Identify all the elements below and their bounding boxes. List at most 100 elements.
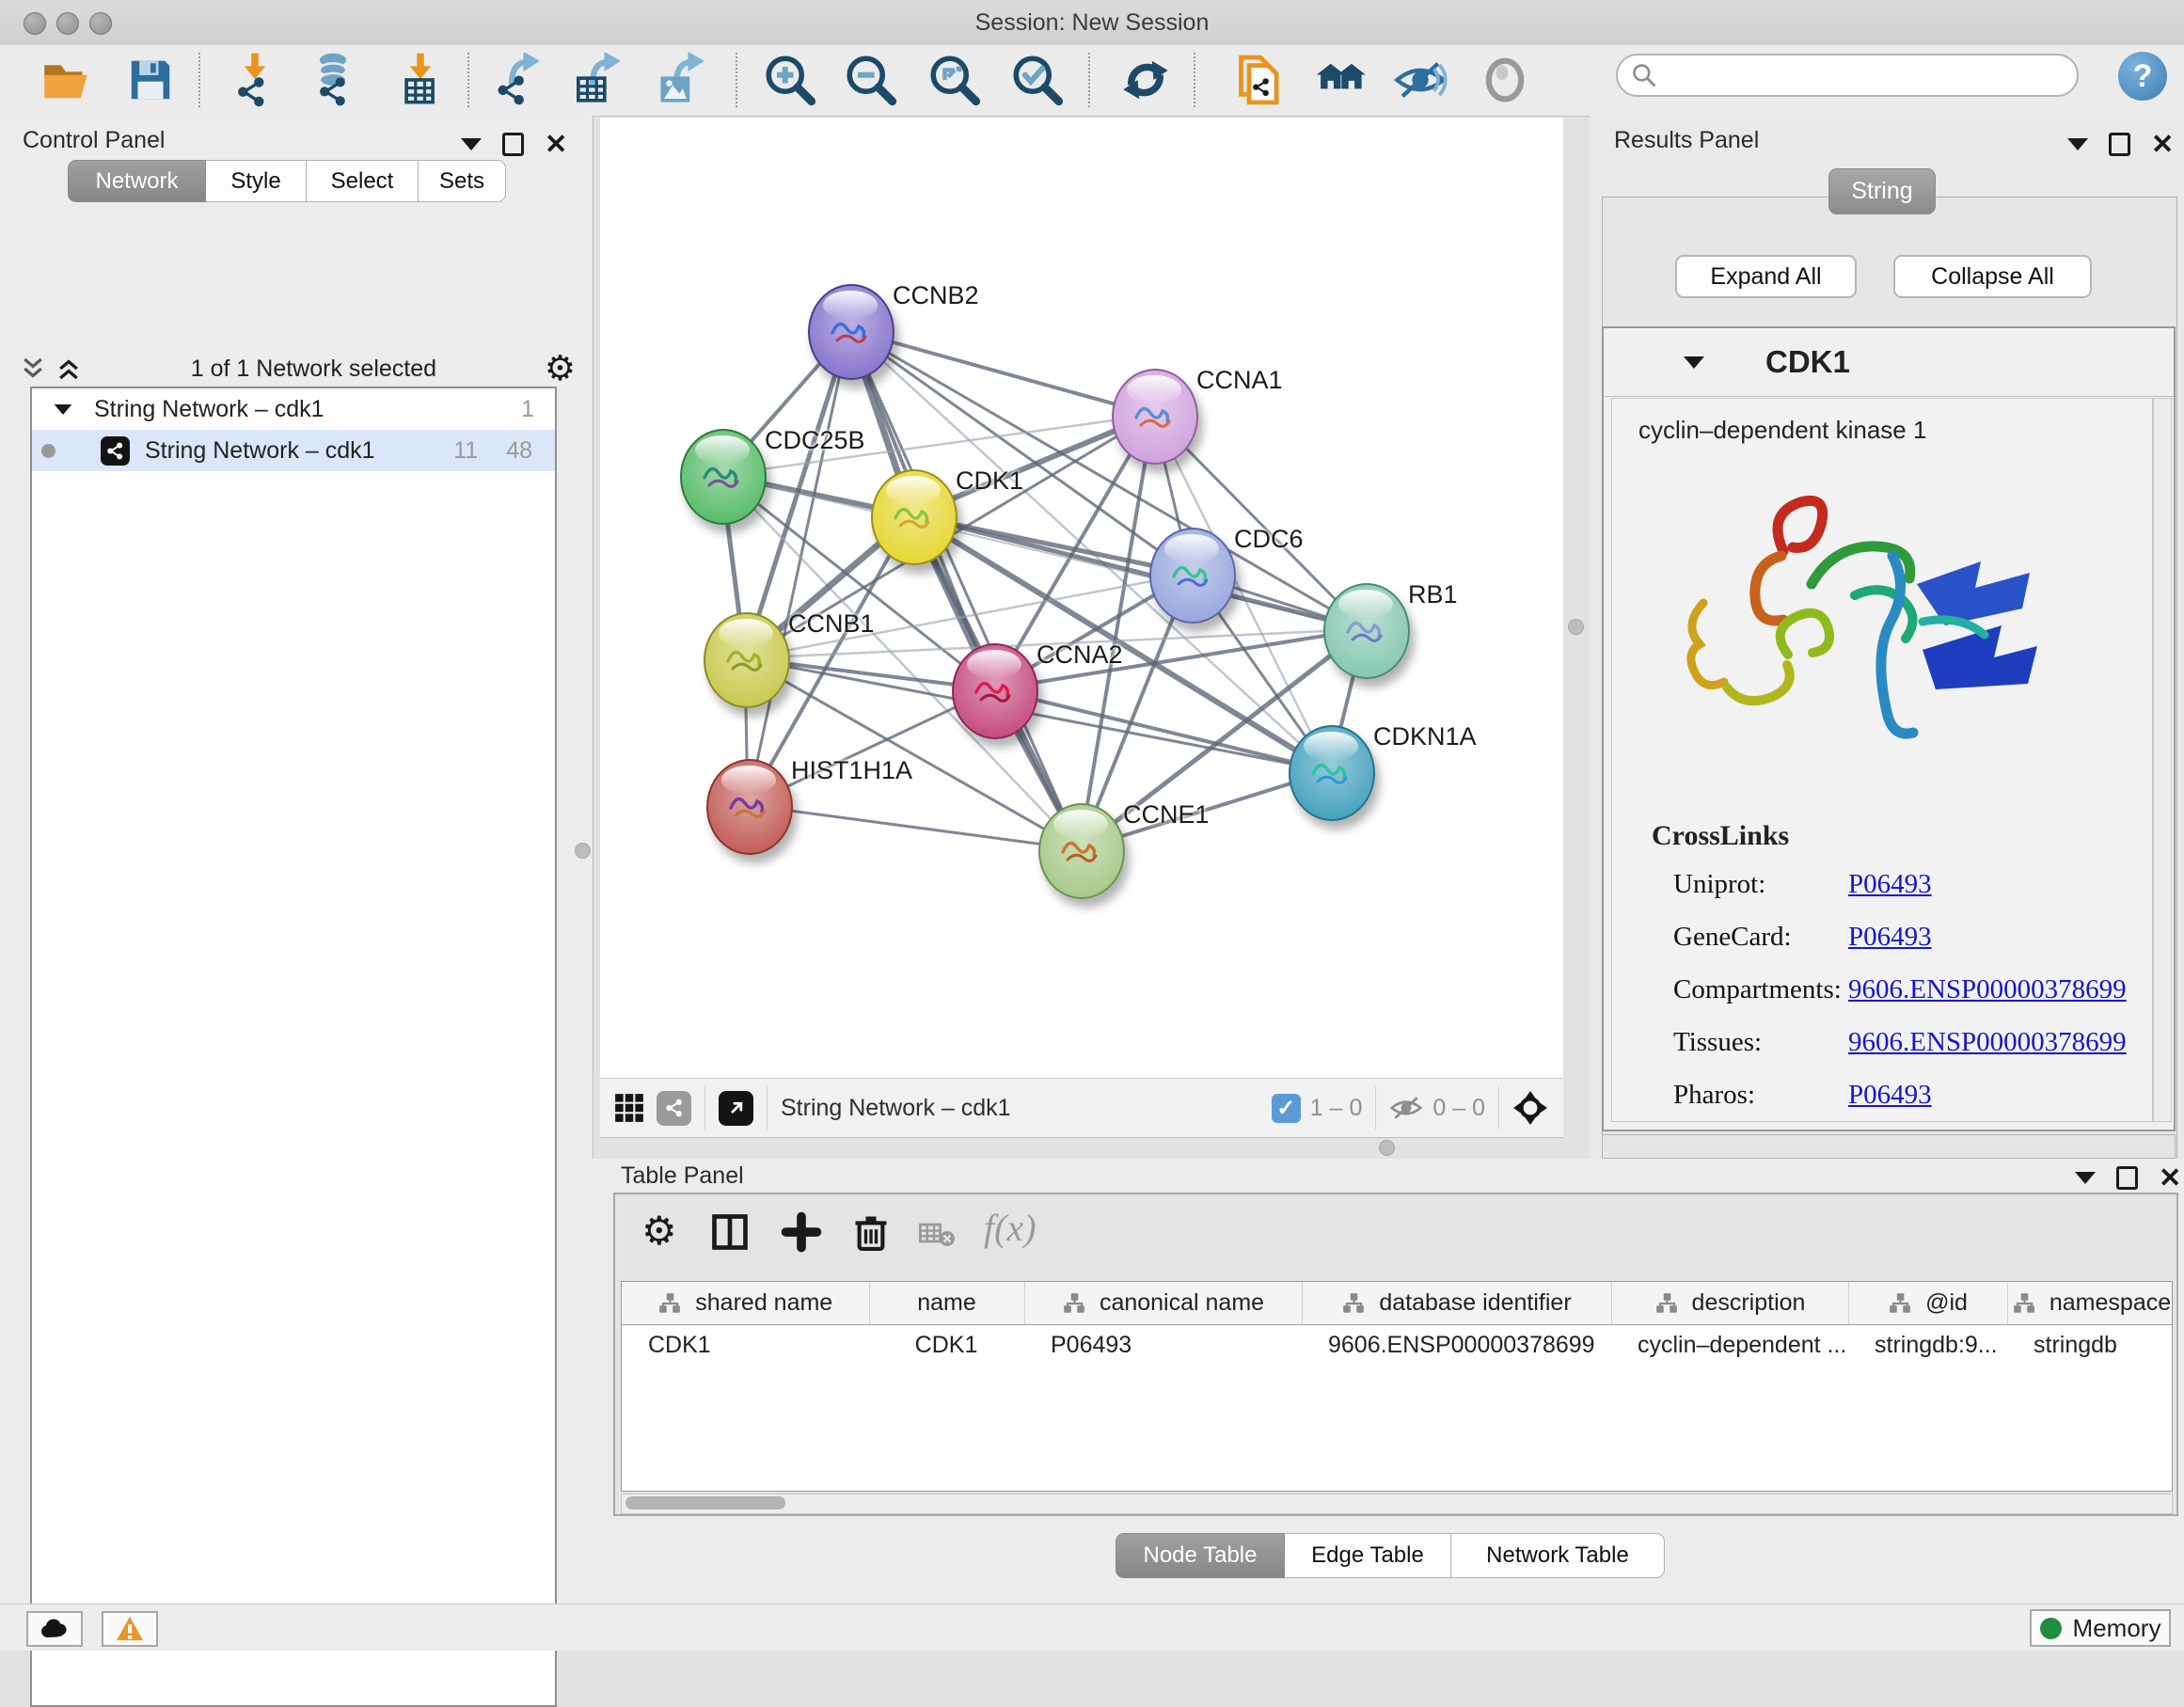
collapse-all-button[interactable]: Collapse All bbox=[1893, 255, 2092, 298]
import-network-file-icon[interactable] bbox=[225, 50, 285, 110]
table-panel-menu-icon[interactable] bbox=[2075, 1172, 2096, 1184]
left-splitter-handle[interactable] bbox=[575, 843, 591, 859]
collapse-all-chevron-icon[interactable] bbox=[19, 355, 47, 383]
column-header-shared-name[interactable]: shared name bbox=[622, 1282, 869, 1325]
cloud-status-button[interactable] bbox=[26, 1611, 83, 1647]
table-cell[interactable]: CDK1 bbox=[622, 1325, 869, 1366]
save-session-icon[interactable] bbox=[120, 50, 181, 110]
tab-edge-table[interactable]: Edge Table bbox=[1285, 1533, 1451, 1578]
expand-all-button[interactable]: Expand All bbox=[1675, 255, 1857, 298]
protein-result-header[interactable]: CDK1 bbox=[1604, 328, 2174, 397]
column-header-id[interactable]: @id bbox=[1848, 1282, 2007, 1325]
table-cell[interactable]: CDK1 bbox=[869, 1325, 1024, 1366]
tab-network-table[interactable]: Network Table bbox=[1451, 1533, 1665, 1578]
results-horizontal-scrollbar[interactable] bbox=[1602, 1134, 2176, 1159]
refresh-icon[interactable] bbox=[1116, 50, 1176, 110]
tab-node-table[interactable]: Node Table bbox=[1116, 1533, 1285, 1578]
table-cell[interactable]: P06493 bbox=[1024, 1325, 1302, 1366]
import-network-database-icon[interactable] bbox=[303, 50, 363, 110]
table-cell[interactable]: stringdb:9... bbox=[1848, 1325, 2007, 1366]
tab-select[interactable]: Select bbox=[307, 160, 419, 202]
table-panel-close-icon[interactable]: ✕ bbox=[2159, 1169, 2181, 1188]
table-scrollbar-thumb[interactable] bbox=[625, 1496, 785, 1509]
hide-show-icon[interactable] bbox=[1390, 50, 1450, 110]
table-cell[interactable]: 9606.ENSP00000378699 bbox=[1302, 1325, 1611, 1366]
search-box[interactable] bbox=[1616, 54, 2079, 97]
help-button[interactable]: ? bbox=[2118, 52, 2167, 101]
export-image-icon[interactable] bbox=[653, 50, 713, 110]
node-table[interactable]: shared namenamecanonical namedatabase id… bbox=[621, 1281, 2173, 1492]
network-node-CCNE1[interactable] bbox=[1038, 803, 1125, 899]
tab-network[interactable]: Network bbox=[68, 160, 206, 202]
network-node-CCNA2[interactable] bbox=[952, 643, 1038, 739]
network-node-CDC6[interactable] bbox=[1149, 528, 1236, 624]
crosslink-link[interactable]: 9606.ENSP00000378699 bbox=[1848, 974, 2127, 1005]
zoom-selected-icon[interactable] bbox=[1007, 50, 1068, 110]
table-options-gear-icon[interactable]: ⚙ bbox=[641, 1211, 677, 1251]
tab-sets[interactable]: Sets bbox=[419, 160, 506, 202]
table-horizontal-scrollbar[interactable] bbox=[621, 1494, 2173, 1514]
results-vertical-scrollbar[interactable] bbox=[2153, 398, 2172, 1122]
horizontal-splitter-handle[interactable] bbox=[1379, 1140, 1395, 1156]
column-header-namespace[interactable]: namespace bbox=[2007, 1282, 2173, 1325]
pan-crosshair-icon[interactable] bbox=[1512, 1090, 1548, 1126]
right-splitter-handle[interactable] bbox=[1568, 619, 1584, 635]
network-row[interactable]: String Network – cdk1 11 48 bbox=[32, 430, 555, 471]
results-panel-float-icon[interactable] bbox=[2109, 133, 2130, 156]
tab-style[interactable]: Style bbox=[206, 160, 307, 202]
control-panel-close-icon[interactable]: ✕ bbox=[545, 135, 567, 154]
table-cell[interactable]: stringdb bbox=[2007, 1325, 2173, 1366]
zoom-fit-icon[interactable] bbox=[925, 50, 985, 110]
search-input[interactable] bbox=[1657, 61, 2077, 89]
create-column-plus-icon[interactable] bbox=[781, 1211, 822, 1253]
expand-all-chevron-icon[interactable] bbox=[55, 355, 83, 383]
memory-button[interactable]: Memory bbox=[2030, 1609, 2171, 1647]
column-header-database-identifier[interactable]: database identifier bbox=[1302, 1282, 1611, 1325]
network-node-CDC25B[interactable] bbox=[680, 429, 767, 525]
warning-status-button[interactable] bbox=[102, 1611, 158, 1647]
collection-expander-icon[interactable] bbox=[55, 403, 72, 414]
crosslink-link[interactable]: P06493 bbox=[1848, 869, 1932, 900]
export-network-icon[interactable] bbox=[488, 50, 548, 110]
share-document-icon[interactable] bbox=[1230, 50, 1290, 110]
network-node-CCNB2[interactable] bbox=[808, 284, 894, 380]
network-node-HIST1H1A[interactable] bbox=[706, 759, 793, 855]
show-columns-icon[interactable] bbox=[709, 1211, 751, 1253]
column-header-canonical-name[interactable]: canonical name bbox=[1024, 1282, 1302, 1325]
column-header-description[interactable]: description bbox=[1611, 1282, 1848, 1325]
network-canvas[interactable]: CCNB2CCNA1CDC25BCDK1CDC6RB1CCNB1CCNA2CDK… bbox=[600, 118, 1563, 1078]
table-cell[interactable]: cyclin–dependent ... bbox=[1611, 1325, 1848, 1366]
control-panel-float-icon[interactable] bbox=[502, 133, 524, 156]
delete-column-trash-icon[interactable] bbox=[850, 1211, 892, 1253]
import-table-icon[interactable] bbox=[390, 50, 451, 110]
table-panel-float-icon[interactable] bbox=[2116, 1166, 2138, 1190]
results-panel-close-icon[interactable]: ✕ bbox=[2151, 135, 2174, 154]
selected-nodes-checkbox-icon[interactable]: ✓ bbox=[1272, 1094, 1301, 1123]
zoom-in-icon[interactable] bbox=[760, 50, 820, 110]
network-options-gear-icon[interactable]: ⚙ bbox=[545, 355, 576, 383]
table-row[interactable]: CDK1CDK1P064939606.ENSP00000378699cyclin… bbox=[622, 1325, 2173, 1366]
protein-expander-icon[interactable] bbox=[1684, 356, 1704, 369]
network-node-CCNA1[interactable] bbox=[1112, 369, 1198, 465]
open-session-icon[interactable] bbox=[36, 50, 96, 110]
results-panel-menu-icon[interactable] bbox=[2067, 138, 2088, 150]
network-edge-CCNB2-HIST1H1A[interactable] bbox=[748, 330, 849, 805]
network-node-CDK1[interactable] bbox=[871, 469, 957, 565]
zoom-out-icon[interactable] bbox=[841, 50, 901, 110]
birdseye-view-icon[interactable] bbox=[719, 1091, 753, 1126]
network-node-CDKN1A[interactable] bbox=[1289, 725, 1375, 821]
home-networks-icon[interactable] bbox=[1310, 50, 1370, 110]
export-table-icon[interactable] bbox=[569, 50, 629, 110]
network-node-CCNB1[interactable] bbox=[704, 612, 790, 708]
grid-view-icon[interactable] bbox=[613, 1092, 645, 1124]
control-panel-menu-icon[interactable] bbox=[461, 138, 482, 150]
network-node-RB1[interactable] bbox=[1323, 583, 1410, 679]
network-share-view-icon[interactable] bbox=[657, 1091, 691, 1126]
crosslink-link[interactable]: P06493 bbox=[1848, 922, 1932, 953]
network-collection-row[interactable]: String Network – cdk1 1 bbox=[32, 388, 555, 430]
crosslink-link[interactable]: 9606.ENSP00000378699 bbox=[1848, 1027, 2127, 1058]
tab-string[interactable]: String bbox=[1828, 168, 1936, 214]
column-header-name[interactable]: name bbox=[869, 1282, 1024, 1325]
network-edge-HIST1H1A-CCNE1[interactable] bbox=[748, 805, 1080, 849]
crosslink-link[interactable]: P06493 bbox=[1848, 1080, 1932, 1111]
